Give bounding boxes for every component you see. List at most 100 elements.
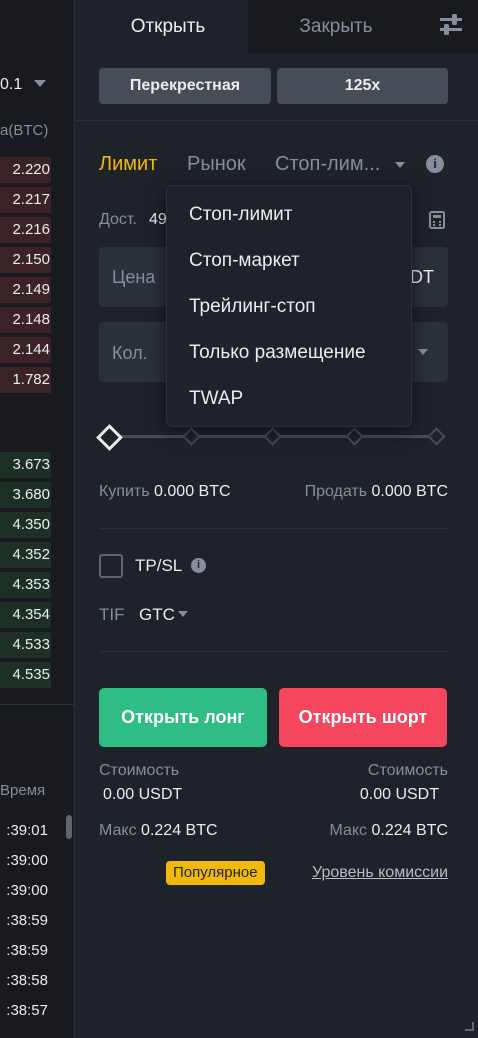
bid-size: 3.680	[12, 486, 50, 503]
ask-size: 2.217	[12, 191, 50, 208]
leverage-button[interactable]: 125x	[277, 68, 448, 104]
ask-row[interactable]: 1.782	[0, 367, 51, 393]
slider-handle[interactable]	[96, 424, 123, 451]
bid-row[interactable]: 4.352	[0, 542, 51, 568]
bid-size: 4.535	[12, 666, 50, 683]
tab-close-label: Закрыть	[299, 16, 373, 37]
slider-step-25[interactable]	[182, 427, 201, 446]
ask-row[interactable]: 2.144	[0, 337, 51, 363]
tpsl-label: TP/SL	[135, 556, 183, 575]
trade-time: :38:59	[6, 912, 48, 929]
ask-row[interactable]: 2.149	[0, 277, 51, 303]
sell-info: Продать 0.000 BTC	[305, 483, 448, 501]
buy-value: 0.000 BTC	[154, 483, 231, 500]
caret-down-icon[interactable]	[395, 162, 405, 168]
ask-row[interactable]: 2.216	[0, 217, 51, 243]
tif-caret-icon[interactable]	[178, 611, 188, 617]
max-info: Макс 0.224 BTC	[99, 822, 218, 840]
ask-row[interactable]: 2.148	[0, 307, 51, 333]
cost-value: 0.00 USDT	[103, 786, 183, 803]
max-label: Макс	[329, 822, 368, 839]
slider-step-50[interactable]	[263, 427, 282, 446]
chevron-down-icon[interactable]	[34, 80, 46, 87]
max-info: Макс 0.224 BTC	[329, 822, 448, 840]
precision-value[interactable]: 0.1	[0, 76, 22, 94]
bid-row[interactable]: 4.533	[0, 632, 51, 658]
dropdown-item-twap[interactable]: TWAP	[189, 388, 243, 410]
ask-size: 2.144	[12, 341, 50, 358]
sell-label: Продать	[304, 483, 368, 500]
size-column-header: a(BTC)	[0, 122, 49, 139]
info-icon[interactable]: i	[426, 155, 444, 173]
available-label: Дост.	[99, 211, 137, 228]
dropdown-item-trailing-stop[interactable]: Трейлинг-стоп	[189, 296, 316, 318]
bid-size: 4.353	[12, 576, 50, 593]
margin-mode-button[interactable]: Перекрестная	[99, 68, 271, 104]
open-long-button[interactable]: Открыть лонг	[99, 688, 267, 747]
bid-size: 4.352	[12, 546, 50, 563]
bid-size: 4.350	[12, 516, 50, 533]
ask-size: 2.150	[12, 251, 50, 268]
section-divider	[0, 704, 74, 705]
info-icon[interactable]: i	[191, 558, 206, 573]
tab-open[interactable]: Открыть	[88, 0, 248, 53]
calculator-icon[interactable]	[429, 211, 445, 229]
unit-caret-icon[interactable]	[418, 349, 428, 355]
dropdown-item-stop-limit[interactable]: Стоп-лимит	[189, 204, 292, 226]
slider-step-75[interactable]	[345, 427, 364, 446]
settings-sliders-button[interactable]	[424, 0, 478, 53]
ask-size: 1.782	[12, 371, 50, 388]
panel-divider	[74, 0, 75, 1038]
dropdown-item-stop-market[interactable]: Стоп-маркет	[189, 250, 300, 272]
order-type-stop-limit[interactable]: Стоп-лим...	[275, 153, 380, 176]
max-value: 0.224 BTC	[371, 822, 448, 839]
price-input-label: Цена	[112, 267, 156, 287]
cost-label: Стоимость	[367, 762, 448, 779]
cost-label: Стоимость	[99, 762, 180, 779]
bid-row[interactable]: 3.673	[0, 452, 51, 478]
buy-label: Купить	[99, 483, 150, 500]
trade-time: :38:57	[6, 1002, 48, 1019]
buy-info: Купить 0.000 BTC	[99, 483, 231, 501]
quantity-input-label: Кол.	[112, 343, 148, 363]
order-type-dropdown: Стоп-лимит Стоп-маркет Трейлинг-стоп Тол…	[166, 185, 412, 427]
dropdown-item-post-only[interactable]: Только размещение	[189, 342, 366, 364]
order-book-panel: 0.1 a(BTC) 2.220 2.217 2.216 2.150 2.149…	[0, 0, 75, 1038]
tif-select[interactable]: GTC	[139, 605, 175, 625]
time-column-header: Время	[0, 782, 46, 799]
bid-row[interactable]: 4.353	[0, 572, 51, 598]
bid-size: 4.533	[12, 636, 50, 653]
cost-value: 0.00 USDT	[359, 786, 439, 803]
bid-row[interactable]: 4.535	[0, 662, 51, 688]
max-label: Макс	[99, 822, 137, 839]
section-divider	[99, 651, 448, 652]
bid-row[interactable]: 3.680	[0, 482, 51, 508]
ask-row[interactable]: 2.150	[0, 247, 51, 273]
trade-time: :39:00	[6, 852, 48, 869]
ask-size: 2.220	[12, 161, 50, 178]
tpsl-checkbox[interactable]	[99, 554, 123, 578]
section-divider	[99, 528, 448, 529]
scrollbar[interactable]	[66, 815, 72, 839]
bid-size: 3.673	[12, 456, 50, 473]
tab-open-label: Открыть	[130, 16, 206, 37]
ask-size: 2.148	[12, 311, 50, 328]
tif-label: TIF	[99, 605, 125, 624]
trade-time: :39:00	[6, 882, 48, 899]
price-unit: DT	[410, 267, 434, 287]
resize-handle-icon[interactable]	[462, 1019, 474, 1031]
tab-close[interactable]: Закрыть	[248, 0, 424, 53]
ask-row[interactable]: 2.220	[0, 157, 51, 183]
bid-row[interactable]: 4.350	[0, 512, 51, 538]
open-short-button[interactable]: Открыть шорт	[279, 688, 447, 747]
ask-row[interactable]: 2.217	[0, 187, 51, 213]
order-type-market[interactable]: Рынок	[187, 153, 246, 176]
fee-level-link[interactable]: Уровень комиссии	[312, 864, 448, 882]
order-type-limit[interactable]: Лимит	[99, 153, 157, 176]
bid-size: 4.354	[12, 606, 50, 623]
slider-step-100[interactable]	[427, 427, 446, 446]
trade-time: :39:01	[6, 822, 48, 839]
bid-row[interactable]: 4.354	[0, 602, 51, 628]
max-value: 0.224 BTC	[141, 822, 218, 839]
sell-value: 0.000 BTC	[371, 483, 448, 500]
